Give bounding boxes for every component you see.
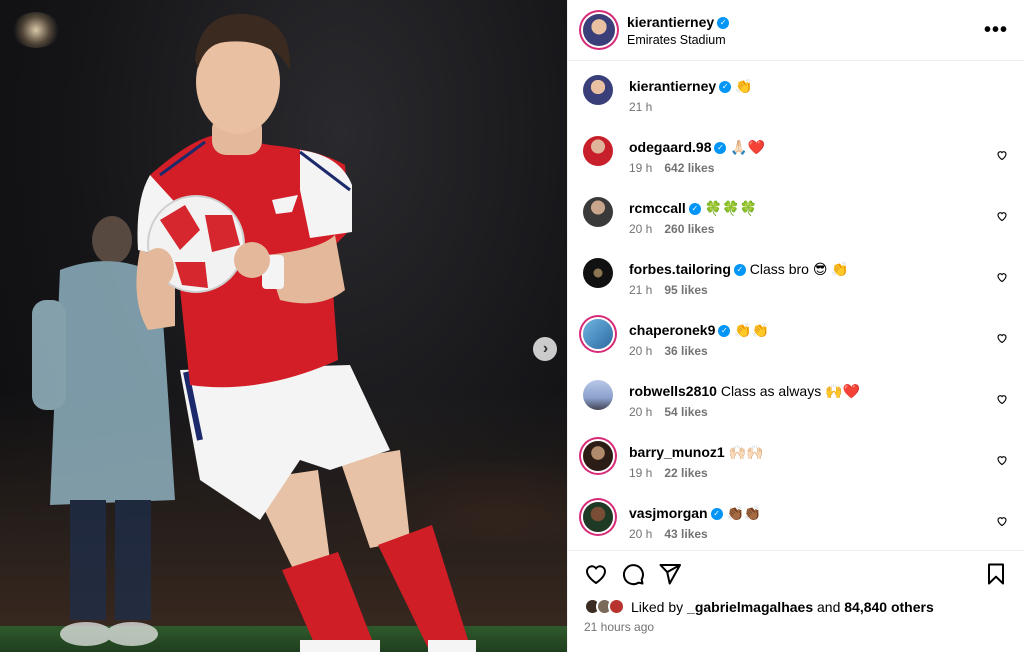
verified-badge-icon: ✓ <box>714 142 727 155</box>
comment-time[interactable]: 19 h <box>629 466 652 480</box>
bookmark-icon[interactable] <box>984 562 1008 586</box>
comment-time[interactable]: 21 h <box>629 283 652 297</box>
comment-username[interactable]: rcmccall <box>629 200 686 216</box>
comment-item: vasjmorgan ✓ 👏🏾👏🏾 20 h 43 likes <box>583 502 1008 550</box>
comment-likes[interactable]: 54 likes <box>664 405 707 419</box>
caption-text: 👏 <box>735 78 753 94</box>
action-bar <box>584 561 1008 587</box>
more-options-icon[interactable]: ••• <box>984 20 1008 40</box>
commenter-avatar[interactable] <box>583 502 613 532</box>
chevron-right-icon: › <box>542 340 549 357</box>
liked-by-prefix: Liked by <box>631 598 684 615</box>
verified-badge-icon: ✓ <box>688 203 701 216</box>
post-location[interactable]: Emirates Stadium <box>627 33 984 47</box>
comment-item: chaperonek9 ✓ 👏👏 20 h 36 likes <box>583 319 1008 380</box>
heart-icon[interactable] <box>996 515 1008 527</box>
heart-icon[interactable] <box>996 454 1008 466</box>
post-side-panel: kierantierney ✓ Emirates Stadium ••• kier… <box>567 0 1024 652</box>
comment-text: 👏👏 <box>734 322 770 338</box>
caption-username[interactable]: kierantierney <box>629 78 716 94</box>
verified-badge-icon: ✓ <box>719 81 732 94</box>
comment-text: 👏🏾👏🏾 <box>726 505 762 521</box>
comment-time[interactable]: 20 h <box>629 527 652 541</box>
comment-time[interactable]: 19 h <box>629 161 652 175</box>
author-username-row[interactable]: kierantierney ✓ <box>627 14 984 30</box>
heart-icon[interactable] <box>996 271 1008 283</box>
comment-username[interactable]: robwells2810 <box>629 383 717 399</box>
likes-count[interactable]: 84,840 others <box>844 599 934 615</box>
liked-by-row: Liked by _gabrielmagalhaes and 84,840 ot… <box>584 598 1008 615</box>
comment-icon[interactable] <box>621 562 645 586</box>
commenter-avatar[interactable] <box>583 380 613 410</box>
commenter-avatar[interactable] <box>583 258 613 288</box>
commenter-avatar[interactable] <box>583 441 613 471</box>
comment-item: forbes.tailoring ✓ Class bro 😎 👏 21 h 95 l… <box>583 258 1008 319</box>
liked-by-user[interactable]: _gabrielmagalhaes <box>687 599 813 615</box>
comment-text: 🙏🏻❤️ <box>730 139 766 155</box>
verified-badge-icon: ✓ <box>717 16 730 29</box>
caption-avatar[interactable] <box>583 75 613 105</box>
heart-icon[interactable] <box>996 393 1008 405</box>
comment-username[interactable]: odegaard.98 <box>629 139 711 155</box>
comment-time[interactable]: 20 h <box>629 405 652 419</box>
comment-text: Class as always 🙌❤️ <box>720 383 860 399</box>
post-time-ago[interactable]: 21 hours ago <box>584 620 1008 634</box>
verified-badge-icon: ✓ <box>710 508 723 521</box>
instagram-post-view: › kierantierney ✓ Emirates Stadium ••• ki… <box>0 0 1024 652</box>
comments-list: kierantierney ✓ 👏 21 h odegaard.98 ✓ 🙏🏻❤️ … <box>568 61 1024 550</box>
post-header: kierantierney ✓ Emirates Stadium ••• <box>568 0 1024 61</box>
comment-likes[interactable]: 95 likes <box>664 283 707 297</box>
next-photo-button[interactable]: › <box>533 337 557 361</box>
player-illustration <box>32 13 476 652</box>
liker-avatar <box>608 598 625 615</box>
comment-text: 🙌🏻🙌🏻 <box>728 444 764 460</box>
liked-by-and: and <box>817 598 841 615</box>
comment-likes[interactable]: 642 likes <box>664 161 714 175</box>
verified-badge-icon: ✓ <box>733 264 746 277</box>
comment-username[interactable]: barry_munoz1 <box>629 444 725 460</box>
commenter-avatar[interactable] <box>583 197 613 227</box>
post-photo[interactable]: › <box>0 0 567 652</box>
share-icon[interactable] <box>658 562 682 586</box>
comment-text: 🍀🍀🍀 <box>704 200 758 216</box>
comment-likes[interactable]: 260 likes <box>664 222 714 236</box>
comment-item: rcmccall ✓ 🍀🍀🍀 20 h 260 likes <box>583 197 1008 258</box>
caption: kierantierney ✓ 👏 21 h <box>583 75 1008 136</box>
commenter-avatar[interactable] <box>583 319 613 349</box>
commenter-avatar[interactable] <box>583 136 613 166</box>
heart-icon[interactable] <box>584 562 608 586</box>
heart-icon[interactable] <box>996 210 1008 222</box>
heart-icon[interactable] <box>996 149 1008 161</box>
comment-username[interactable]: vasjmorgan <box>629 505 708 521</box>
comment-likes[interactable]: 36 likes <box>664 344 707 358</box>
comment-item: robwells2810 Class as always 🙌❤️ 20 h 54 … <box>583 380 1008 441</box>
comment-text: Class bro 😎 👏 <box>749 261 849 277</box>
comment-time[interactable]: 20 h <box>629 222 652 236</box>
liker-avatars[interactable] <box>584 598 625 615</box>
comment-time[interactable]: 20 h <box>629 344 652 358</box>
post-actions: Liked by _gabrielmagalhaes and 84,840 ot… <box>568 550 1024 652</box>
caption-time[interactable]: 21 h <box>629 100 652 114</box>
comment-likes[interactable]: 22 likes <box>664 466 707 480</box>
comment-username[interactable]: forbes.tailoring <box>629 261 731 277</box>
verified-badge-icon: ✓ <box>718 325 731 338</box>
comment-item: odegaard.98 ✓ 🙏🏻❤️ 19 h 642 likes <box>583 136 1008 197</box>
author-username[interactable]: kierantierney <box>627 14 714 30</box>
comment-likes[interactable]: 43 likes <box>664 527 707 541</box>
author-avatar[interactable] <box>583 14 615 46</box>
comment-username[interactable]: chaperonek9 <box>629 322 715 338</box>
heart-icon[interactable] <box>996 332 1008 344</box>
comment-item: barry_munoz1 🙌🏻🙌🏻 19 h 22 likes <box>583 441 1008 502</box>
